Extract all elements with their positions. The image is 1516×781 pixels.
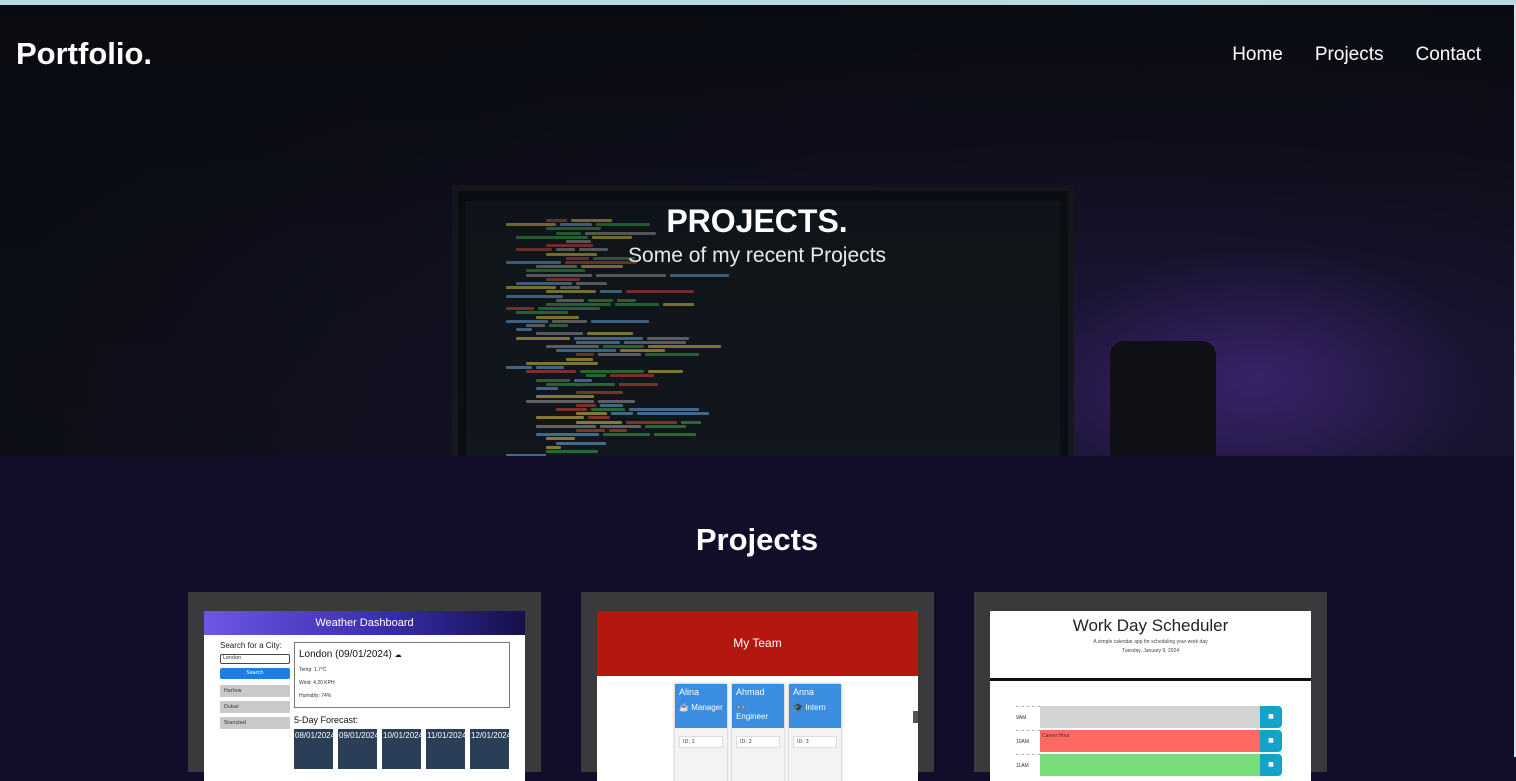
graduation-cap-icon: 🎓 bbox=[793, 703, 803, 712]
scheduler-subtitle: A simple calendar app for scheduling you… bbox=[1093, 639, 1208, 645]
scheduler-row: 9AM ■ bbox=[1016, 706, 1282, 728]
team-member-role: Manager bbox=[691, 703, 723, 712]
team-app-header: My Team bbox=[597, 611, 918, 676]
save-icon: ■ bbox=[1260, 754, 1282, 776]
weather-humidity: Humidity: 74% bbox=[299, 693, 332, 699]
coffee-icon: ☕ bbox=[679, 703, 689, 712]
weather-forecast-row: 08/01/2024 09/01/2024 10/01/2024 11/01/2… bbox=[294, 729, 511, 769]
team-member-field: ID: 2 bbox=[736, 736, 780, 748]
weather-search-input: London bbox=[220, 654, 290, 664]
nav-brand-logo[interactable]: Portfolio. bbox=[16, 36, 152, 72]
weather-wind: Wind: 4.20 KPH bbox=[299, 680, 335, 686]
weather-current-city: London (09/01/2024) bbox=[299, 649, 392, 660]
hero-subtitle: Some of my recent Projects bbox=[628, 244, 886, 267]
scheduler-row: 10AM Career Hour ■ bbox=[1016, 730, 1282, 752]
scheduler-hour: 9AM bbox=[1016, 706, 1040, 728]
team-member-card: Alina ☕ Manager ID: 1 bbox=[675, 684, 727, 781]
scheduler-block: Career Hour bbox=[1040, 730, 1260, 752]
weather-temp: Temp: 1.7°C bbox=[299, 667, 327, 673]
save-icon: ■ bbox=[1260, 706, 1282, 728]
nav-link-projects[interactable]: Projects bbox=[1315, 44, 1384, 66]
forecast-day: 10/01/2024 bbox=[382, 729, 423, 769]
team-member-name: Ahmad bbox=[736, 687, 765, 697]
scheduler-block bbox=[1040, 706, 1260, 728]
project-card-weather-dashboard[interactable]: Weather Dashboard Search for a City: Lon… bbox=[188, 592, 541, 781]
weather-forecast-title: 5-Day Forecast: bbox=[294, 715, 359, 725]
team-member-field: ID: 1 bbox=[679, 736, 723, 748]
weather-history-item: Dubai bbox=[220, 701, 290, 713]
project-thumbnail-my-team: My Team Alina ☕ Manager ID: 1 Ahmad 👓 En… bbox=[597, 611, 918, 781]
hero-title: PROJECTS. bbox=[666, 203, 848, 239]
weather-history-item: Harlow bbox=[220, 685, 290, 697]
glasses-icon: 👓 bbox=[736, 703, 746, 712]
project-card-my-team[interactable]: My Team Alina ☕ Manager ID: 1 Ahmad 👓 En… bbox=[581, 592, 934, 781]
forecast-day: 08/01/2024 bbox=[294, 729, 335, 769]
team-member-card: Anna 🎓 Intern ID: 3 bbox=[789, 684, 841, 781]
forecast-day: 11/01/2024 bbox=[426, 729, 466, 769]
weather-search-panel: Search for a City: London Search Harlow … bbox=[220, 641, 290, 729]
team-scroll-indicator bbox=[913, 711, 918, 723]
team-member-field: ID: 3 bbox=[793, 736, 837, 748]
scheduler-hour: 11AM bbox=[1016, 754, 1040, 776]
team-member-row: Alina ☕ Manager ID: 1 Ahmad 👓 Engineer I bbox=[675, 684, 841, 781]
team-member-role: Intern bbox=[805, 703, 826, 712]
scheduler-date: Tuesday, January 9, 2024 bbox=[1121, 648, 1180, 654]
hero-banner: Portfolio. Home Projects Contact PROJECT… bbox=[0, 5, 1514, 456]
team-member-role: Engineer bbox=[736, 712, 769, 721]
scheduler-block bbox=[1040, 754, 1260, 776]
forecast-day: 09/01/2024 bbox=[338, 729, 379, 769]
nav-link-contact[interactable]: Contact bbox=[1416, 44, 1481, 66]
scheduler-row: 11AM ■ bbox=[1016, 754, 1282, 776]
cloud-icon: ☁ bbox=[394, 652, 402, 659]
project-thumbnail-work-day-scheduler: Work Day Scheduler A simple calendar app… bbox=[990, 611, 1311, 781]
scheduler-hour: 10AM bbox=[1016, 730, 1040, 752]
projects-section-title: Projects bbox=[695, 522, 819, 557]
team-member-name: Alina bbox=[679, 687, 700, 697]
project-card-work-day-scheduler[interactable]: Work Day Scheduler A simple calendar app… bbox=[974, 592, 1327, 781]
scheduler-divider bbox=[990, 678, 1311, 681]
project-thumbnail-weather-dashboard: Weather Dashboard Search for a City: Lon… bbox=[204, 611, 525, 781]
save-icon: ■ bbox=[1260, 730, 1282, 752]
weather-current-panel: London (09/01/2024) ☁ Temp: 1.7°C Wind: … bbox=[294, 642, 510, 708]
scheduler-title: Work Day Scheduler bbox=[1072, 616, 1229, 635]
nav-link-home[interactable]: Home bbox=[1232, 44, 1283, 66]
weather-history-item: Stansted bbox=[220, 717, 290, 729]
team-member-card: Ahmad 👓 Engineer ID: 2 bbox=[732, 684, 784, 781]
forecast-day: 12/01/2024 bbox=[470, 729, 511, 769]
main-nav: Home Projects Contact bbox=[1232, 44, 1481, 66]
weather-search-button: Search bbox=[220, 668, 290, 679]
team-member-name: Anna bbox=[793, 687, 815, 697]
weather-app-header: Weather Dashboard bbox=[204, 611, 525, 635]
weather-search-label: Search for a City: bbox=[220, 641, 282, 650]
